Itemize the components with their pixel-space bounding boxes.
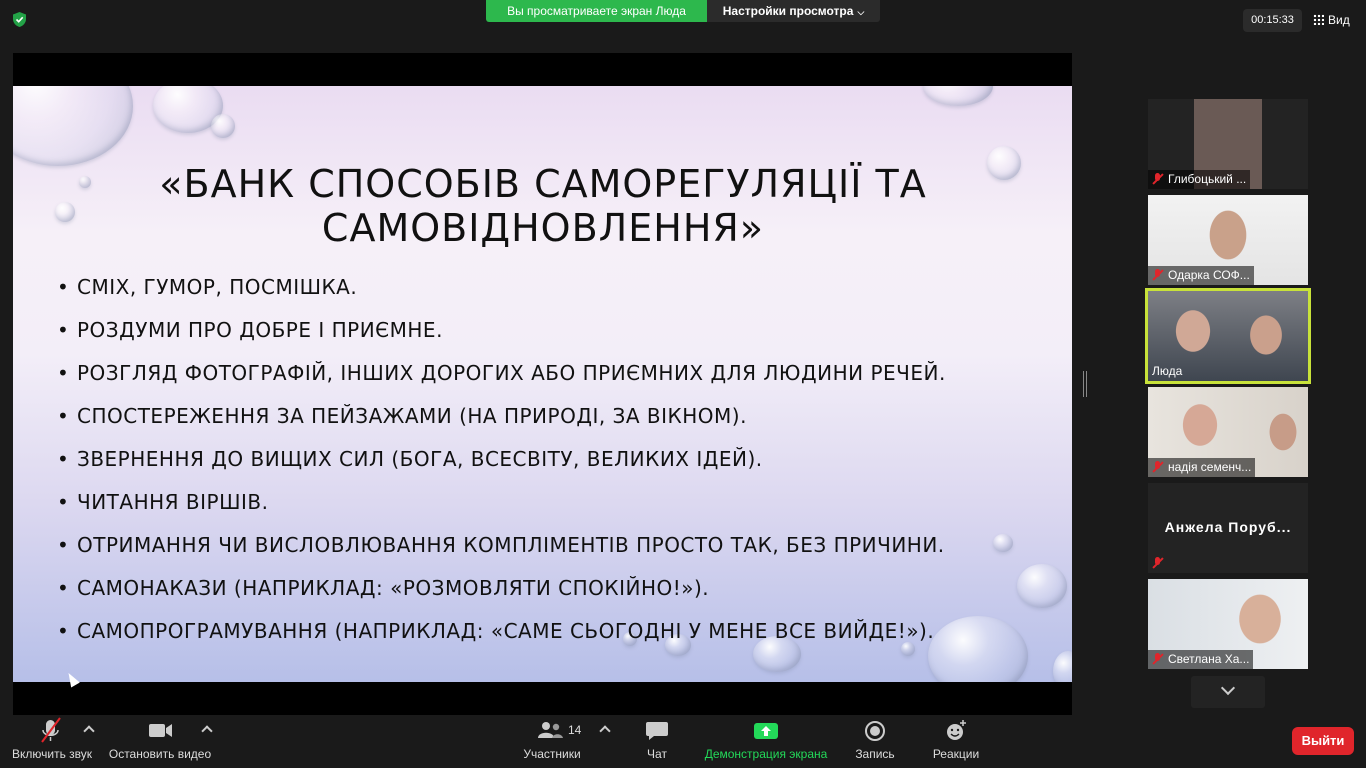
bullet-icon: • [57, 619, 70, 643]
reactions-label: Реакции [932, 747, 980, 761]
participant-mic-status [1148, 554, 1172, 573]
mic-muted-icon [1152, 557, 1164, 569]
slide-bullet-item: • СПОСТЕРЕЖЕННЯ ЗА ПЕЙЗАЖАМИ (НА ПРИРОДІ,… [57, 395, 946, 438]
participant-tile[interactable]: Одарка СОФ... [1148, 195, 1308, 285]
record-icon [865, 721, 885, 741]
bullet-icon: • [57, 490, 70, 514]
emoji-reaction-icon [947, 720, 966, 740]
participant-name-text: надія семенч... [1168, 460, 1252, 474]
bullet-text: САМОНАКАЗИ (НАПРИКЛАД: «РОЗМОВЛЯТИ СПОКІ… [77, 576, 710, 600]
mic-muted-icon [1152, 173, 1164, 185]
meeting-timer: 00:15:33 [1243, 9, 1302, 32]
bullet-icon: • [57, 447, 70, 471]
water-drop-decoration [13, 86, 133, 166]
slide-bullet-list: • СМІХ, ГУМОР, ПОСМІШКА. • РОЗДУМИ ПРО ДОБ… [57, 266, 946, 653]
mic-muted-icon [1152, 653, 1164, 665]
view-settings-menu[interactable]: Настройки просмотра ⌵ [707, 0, 880, 22]
bullet-icon: • [57, 533, 70, 557]
bullet-icon: • [57, 275, 70, 299]
slide-bullet-item: • ЗВЕРНЕННЯ ДО ВИЩИХ СИЛ (БОГА, ВСЕСВІТУ,… [57, 438, 946, 481]
slide-bullet-item: • САМОПРОГРАМУВАННЯ (НАПРИКЛАД: «САМЕ СЬО… [57, 610, 946, 653]
share-screen-button[interactable]: Демонстрация экрана [702, 715, 830, 768]
unmute-button[interactable]: Включить звук [6, 715, 98, 768]
chevron-down-icon: ⌵ [857, 7, 865, 17]
view-label: Вид [1328, 13, 1350, 27]
mic-muted-icon [1152, 461, 1164, 473]
bullet-text: СПОСТЕРЕЖЕННЯ ЗА ПЕЙЗАЖАМИ (НА ПРИРОДІ, … [77, 404, 747, 428]
bullet-text: САМОПРОГРАМУВАННЯ (НАПРИКЛАД: «САМЕ СЬОГ… [77, 619, 935, 643]
slide-title-line: САМОВІДНОВЛЕННЯ» [321, 206, 765, 250]
participant-tile[interactable]: Анжела Поруб... [1148, 483, 1308, 573]
share-screen-label: Демонстрация экрана [704, 747, 828, 761]
participants-options-caret[interactable] [599, 725, 611, 737]
stop-video-button[interactable]: Остановить видео [106, 715, 214, 768]
water-drop-decoration [923, 86, 993, 106]
viewing-screen-banner: Вы просматриваете экран Люда [486, 0, 707, 22]
participant-name: Глибоцький ... [1148, 170, 1251, 189]
participants-label: Участники [523, 747, 581, 761]
water-drop-decoration [211, 114, 235, 138]
participant-name-text: Светлана Ха... [1168, 652, 1250, 666]
record-label: Запись [855, 747, 895, 761]
chat-label: Чат [647, 747, 667, 761]
water-drop-decoration [1017, 564, 1067, 608]
share-screen-icon [754, 723, 778, 739]
participant-name-text: Одарка СОФ... [1168, 268, 1250, 282]
water-drop-decoration [1053, 651, 1072, 682]
participant-tile[interactable]: Глибоцький ... [1148, 99, 1308, 189]
unmute-label: Включить звук [11, 747, 93, 761]
slide-bullet-item: • СМІХ, ГУМОР, ПОСМІШКА. [57, 266, 946, 309]
participant-name-text: Люда [1152, 364, 1183, 378]
bullet-text: РОЗГЛЯД ФОТОГРАФІЙ, ІНШИХ ДОРОГИХ АБО ПР… [77, 361, 946, 385]
stop-video-label: Остановить видео [108, 747, 212, 761]
bullet-text: ЧИТАННЯ ВІРШІВ. [77, 490, 269, 514]
top-bar: Вы просматриваете экран Люда Настройки п… [0, 0, 1366, 40]
bullet-text: ЗВЕРНЕННЯ ДО ВИЩИХ СИЛ (БОГА, ВСЕСВІТУ, … [77, 447, 763, 471]
record-button[interactable]: Запись [852, 715, 898, 768]
slide-title: «БАНК СПОСОБІВ САМОРЕГУЛЯЦІЇ ТА САМОВІДН… [73, 162, 1013, 250]
slide-bullet-item: • САМОНАКАЗИ (НАПРИКЛАД: «РОЗМОВЛЯТИ СПОК… [57, 567, 946, 610]
participant-tile[interactable]: Светлана Ха... [1148, 579, 1308, 669]
leave-meeting-button[interactable]: Выйти [1292, 727, 1354, 755]
participant-name: Люда [1148, 362, 1186, 381]
participant-name: надія семенч... [1148, 458, 1256, 477]
participant-tile[interactable]: надія семенч... [1148, 387, 1308, 477]
slide-bullet-item: • РОЗДУМИ ПРО ДОБРЕ І ПРИЄМНЕ. [57, 309, 946, 352]
slide-bullet-item: • ОТРИМАННЯ ЧИ ВИСЛОВЛЮВАННЯ КОМПЛІМЕНТІВ… [57, 524, 946, 567]
participant-name-text: Глибоцький ... [1168, 172, 1247, 186]
slide-bullet-item: • РОЗГЛЯД ФОТОГРАФІЙ, ІНШИХ ДОРОГИХ АБО П… [57, 352, 946, 395]
participants-count: 14 [568, 723, 582, 737]
participant-name: Одарка СОФ... [1148, 266, 1254, 285]
view-button[interactable]: Вид [1313, 9, 1350, 32]
panel-resize-handle[interactable] [1083, 371, 1087, 397]
scroll-participants-down-button[interactable] [1191, 676, 1265, 708]
slide-title-line: «БАНК СПОСОБІВ САМОРЕГУЛЯЦІЇ ТА [159, 162, 927, 206]
bullet-icon: • [57, 404, 70, 428]
meeting-toolbar: Включить звук Остановить видео Участники… [0, 715, 1366, 768]
presentation-slide: «БАНК СПОСОБІВ САМОРЕГУЛЯЦІЇ ТА САМОВІДН… [13, 86, 1072, 682]
participant-tile-active-speaker[interactable]: Люда [1145, 288, 1311, 384]
water-drop-decoration [55, 202, 75, 222]
slide-bullet-item: • ЧИТАННЯ ВІРШІВ. [57, 481, 946, 524]
bullet-text: РОЗДУМИ ПРО ДОБРЕ І ПРИЄМНЕ. [77, 318, 443, 342]
bullet-text: ОТРИМАННЯ ЧИ ВИСЛОВЛЮВАННЯ КОМПЛІМЕНТІВ … [77, 533, 945, 557]
video-camera-icon [149, 724, 172, 737]
chat-button[interactable]: Чат [636, 715, 678, 768]
security-shield-icon[interactable] [11, 11, 28, 28]
chat-bubble-icon [646, 722, 668, 740]
water-drop-decoration [993, 534, 1013, 552]
view-settings-label: Настройки просмотра [722, 4, 854, 18]
chevron-down-icon [1220, 680, 1236, 696]
participant-name: Светлана Ха... [1148, 650, 1254, 669]
bullet-icon: • [57, 318, 70, 342]
bullet-icon: • [57, 361, 70, 385]
bullet-icon: • [57, 576, 70, 600]
bullet-text: СМІХ, ГУМОР, ПОСМІШКА. [77, 275, 358, 299]
mic-muted-icon [1152, 269, 1164, 281]
grid-view-icon [1313, 14, 1324, 25]
participant-name-placeholder: Анжела Поруб... [1164, 519, 1292, 535]
reactions-button[interactable]: Реакции [930, 715, 982, 768]
